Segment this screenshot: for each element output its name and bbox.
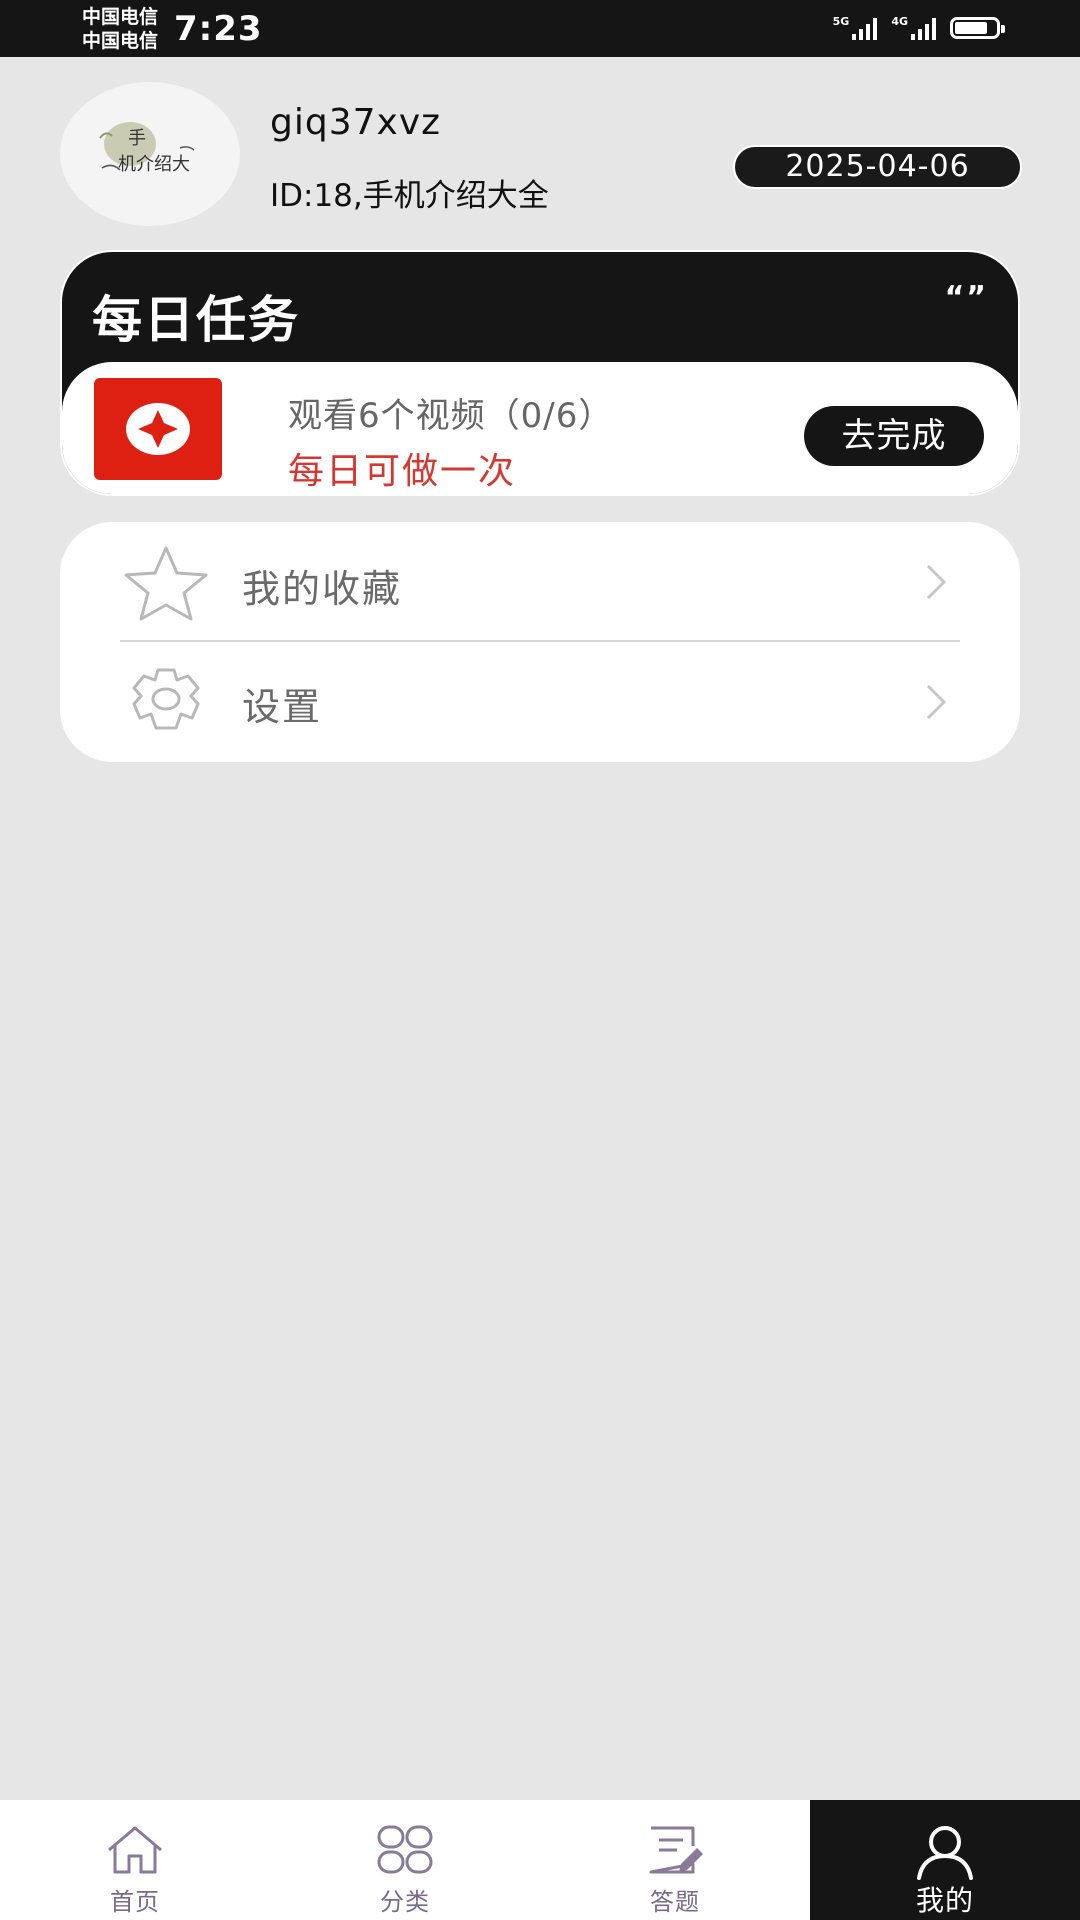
- profile-icon: [917, 1826, 973, 1880]
- tab-label-category: 分类: [380, 1888, 430, 1916]
- tab-label-profile: 我的: [915, 1884, 974, 1917]
- username: giq37xvz: [270, 102, 442, 143]
- carrier-name-2: 中国电信: [82, 30, 159, 52]
- network-label-5g: 5G: [832, 15, 850, 28]
- task-frequency: 每日可做一次: [288, 451, 517, 492]
- task-item: 观看6个视频（0/6） 每日可做一次 去完成: [62, 362, 1018, 494]
- status-time: 7:23: [174, 9, 263, 49]
- logo-glyph-bottom: 机介绍大: [118, 154, 190, 175]
- tab-category[interactable]: 分类: [270, 1800, 540, 1920]
- menu-label-settings: 设置: [242, 685, 323, 729]
- home-icon: [108, 1826, 162, 1874]
- daily-task-card: 每日任务 “” 观看6个视频（0/6） 每日可做一次 去完成: [60, 250, 1020, 496]
- quote-icon: “”: [944, 280, 988, 315]
- user-id: ID:18,手机介绍大全: [270, 178, 549, 214]
- menu-item-settings[interactable]: 设置: [60, 642, 1020, 762]
- menu-card: 我的收藏 设置: [60, 522, 1020, 762]
- status-icons: 5G 4G: [833, 13, 1005, 43]
- battery-icon: [950, 17, 1005, 39]
- category-icon: [377, 1825, 433, 1874]
- menu-item-favorites[interactable]: 我的收藏: [60, 522, 1020, 642]
- tab-profile[interactable]: 我的: [810, 1800, 1080, 1920]
- date-badge: 2025-04-06: [733, 145, 1022, 189]
- app-logo-icon: 手 机介绍大: [99, 122, 195, 175]
- status-bar: 中国电信 中国电信 7:23 5G 4G: [0, 0, 1080, 57]
- gear-icon: [132, 668, 200, 730]
- tab-home[interactable]: 首页: [0, 1800, 270, 1920]
- chevron-right-icon: [926, 564, 947, 600]
- task-name: 观看6个视频（0/6）: [288, 396, 614, 436]
- red-envelope-icon: [126, 403, 190, 455]
- tab-label-quiz: 答题: [650, 1888, 700, 1916]
- bottom-tab-bar: 首页 分类 答题 我的: [0, 1800, 1080, 1920]
- tab-quiz[interactable]: 答题: [540, 1800, 810, 1920]
- task-icon: [94, 378, 222, 480]
- battery-level: [955, 22, 987, 34]
- go-complete-button[interactable]: 去完成: [804, 406, 984, 466]
- menu-label-favorites: 我的收藏: [242, 567, 403, 611]
- signal-4g: 4G: [891, 16, 936, 40]
- quiz-icon: [649, 1826, 703, 1874]
- network-label-4g: 4G: [891, 15, 908, 28]
- daily-task-title: 每日任务: [92, 291, 300, 349]
- signal-bars-icon: [911, 16, 936, 40]
- signal-5g: 5G: [833, 16, 878, 40]
- logo-glyph-top: 手: [128, 128, 146, 149]
- carrier-info: 中国电信 中国电信: [82, 5, 158, 53]
- star-icon: [124, 546, 208, 621]
- chevron-right-icon: [926, 684, 947, 720]
- signal-bars-icon: [852, 16, 878, 40]
- avatar[interactable]: 手 机介绍大: [60, 82, 240, 226]
- carrier-name-1: 中国电信: [82, 6, 159, 28]
- tab-label-home: 首页: [110, 1888, 160, 1916]
